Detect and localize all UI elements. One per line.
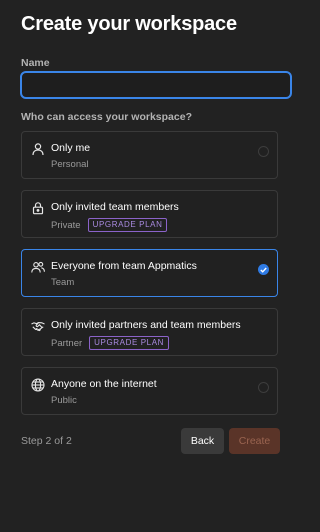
option-subtitle: Partner [51,337,83,349]
radio-public[interactable] [258,382,269,393]
back-button[interactable]: Back [181,428,224,454]
radio-team-checked[interactable] [258,264,269,275]
access-option-public[interactable]: Anyone on the internet Public [21,367,278,415]
access-option-private[interactable]: Only invited team members Private UPGRAD… [21,190,278,238]
option-subtitle: Team [51,277,75,288]
people-icon [31,260,45,274]
option-title: Anyone on the internet [51,378,157,390]
radio-only-me[interactable] [258,146,269,157]
checkmark-icon [260,267,267,273]
create-button[interactable]: Create [229,428,280,454]
name-input[interactable] [20,71,292,99]
option-title: Only invited partners and team members [51,319,241,331]
person-icon [31,142,45,156]
option-subtitle: Private [51,219,81,231]
option-title: Only me [51,142,91,154]
access-option-only-me[interactable]: Only me Personal [21,131,278,179]
globe-icon [31,378,45,392]
access-option-team[interactable]: Everyone from team Appmatics Team [21,249,278,297]
step-indicator: Step 2 of 2 [21,435,72,447]
handshake-icon [31,319,45,333]
option-subtitle: Personal [51,159,89,170]
upgrade-plan-badge[interactable]: UPGRADE PLAN [87,218,168,232]
access-option-partner[interactable]: Only invited partners and team members P… [21,308,278,356]
name-label: Name [21,57,50,69]
lock-icon [31,201,45,215]
upgrade-plan-badge[interactable]: UPGRADE PLAN [89,336,170,350]
access-label: Who can access your workspace? [21,111,192,123]
option-title: Everyone from team Appmatics [51,260,197,272]
page-title: Create your workspace [21,13,237,35]
option-subtitle: Public [51,395,77,406]
option-title: Only invited team members [51,201,179,213]
